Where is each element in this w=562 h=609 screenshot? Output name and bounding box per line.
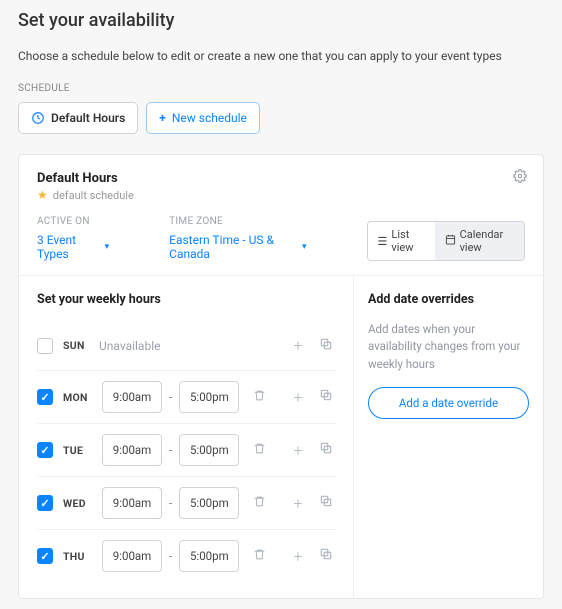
time-dash: - xyxy=(169,390,172,404)
day-checkbox[interactable] xyxy=(37,548,53,564)
copy-icon[interactable] xyxy=(317,441,335,459)
time-from-input[interactable]: 9:00am xyxy=(102,434,162,466)
calendar-icon xyxy=(445,234,456,248)
unavailable-text: Unavailable xyxy=(99,339,160,353)
copy-icon[interactable] xyxy=(317,388,335,406)
schedule-section-label: SCHEDULE xyxy=(18,83,544,94)
day-checkbox[interactable] xyxy=(37,338,53,354)
add-interval-icon[interactable]: + xyxy=(289,494,307,513)
overrides-heading: Add date overrides xyxy=(368,292,529,307)
time-from-input[interactable]: 9:00am xyxy=(102,487,162,519)
row-actions: + xyxy=(289,336,335,355)
list-view-label: List view xyxy=(391,228,424,254)
time-to-input[interactable]: 5:00pm xyxy=(179,381,239,413)
day-row: MON9:00am-5:00pm + xyxy=(37,371,335,424)
timezone-dropdown[interactable]: Eastern Time - US & Canada ▾ xyxy=(169,233,306,261)
time-from-input[interactable]: 9:00am xyxy=(102,381,162,413)
tab-label: New schedule xyxy=(172,111,247,125)
day-checkbox[interactable] xyxy=(37,389,53,405)
page-title: Set your availability xyxy=(18,10,544,31)
chevron-down-icon: ▾ xyxy=(302,242,307,252)
trash-icon[interactable] xyxy=(250,389,268,406)
tab-default-hours[interactable]: Default Hours xyxy=(18,102,138,134)
time-dash: - xyxy=(169,443,172,457)
timezone-value: Eastern Time - US & Canada xyxy=(169,233,297,261)
add-interval-icon[interactable]: + xyxy=(289,441,307,460)
active-on-dropdown[interactable]: 3 Event Types ▾ xyxy=(37,233,109,261)
page-subtitle: Choose a schedule below to edit or creat… xyxy=(18,49,544,63)
day-label: THU xyxy=(63,550,99,563)
time-to-input[interactable]: 5:00pm xyxy=(179,540,239,572)
time-to-input[interactable]: 5:00pm xyxy=(179,434,239,466)
timezone-label: TIME ZONE xyxy=(169,216,306,227)
row-actions: + xyxy=(289,547,335,566)
row-actions: + xyxy=(289,441,335,460)
default-schedule-badge: default schedule xyxy=(53,189,134,202)
day-row: WED9:00am-5:00pm + xyxy=(37,477,335,530)
add-interval-icon[interactable]: + xyxy=(289,388,307,407)
time-dash: - xyxy=(169,496,172,510)
copy-icon[interactable] xyxy=(317,494,335,512)
overrides-description: Add dates when your availability changes… xyxy=(368,321,529,373)
list-icon: ☰ xyxy=(378,235,388,248)
trash-icon[interactable] xyxy=(250,495,268,512)
add-interval-icon[interactable]: + xyxy=(289,336,307,355)
tab-label: Default Hours xyxy=(51,111,125,125)
add-date-override-button[interactable]: Add a date override xyxy=(368,387,529,419)
copy-icon[interactable] xyxy=(317,337,335,355)
copy-icon[interactable] xyxy=(317,547,335,565)
chevron-down-icon: ▾ xyxy=(105,242,110,252)
day-row: SUNUnavailable + xyxy=(37,321,335,371)
day-checkbox[interactable] xyxy=(37,495,53,511)
day-row: THU9:00am-5:00pm + xyxy=(37,530,335,582)
active-on-value: 3 Event Types xyxy=(37,233,100,261)
weekly-hours-heading: Set your weekly hours xyxy=(37,292,335,307)
list-view-button[interactable]: ☰ List view xyxy=(368,222,435,260)
time-from-input[interactable]: 9:00am xyxy=(102,540,162,572)
day-checkbox[interactable] xyxy=(37,442,53,458)
clock-icon xyxy=(31,111,45,125)
trash-icon[interactable] xyxy=(250,442,268,459)
calendar-view-button[interactable]: Calendar view xyxy=(435,222,524,260)
schedule-name: Default Hours xyxy=(37,171,525,186)
add-interval-icon[interactable]: + xyxy=(289,547,307,566)
calendar-view-label: Calendar view xyxy=(460,228,514,254)
gear-icon[interactable] xyxy=(513,169,527,187)
star-icon: ★ xyxy=(37,188,48,202)
tab-new-schedule[interactable]: + New schedule xyxy=(146,102,260,134)
row-actions: + xyxy=(289,494,335,513)
time-dash: - xyxy=(169,549,172,563)
trash-icon[interactable] xyxy=(250,548,268,565)
active-on-label: ACTIVE ON xyxy=(37,216,109,227)
day-label: WED xyxy=(63,497,99,510)
day-label: MON xyxy=(63,391,99,404)
day-row: TUE9:00am-5:00pm + xyxy=(37,424,335,477)
row-actions: + xyxy=(289,388,335,407)
day-label: SUN xyxy=(63,339,99,352)
day-label: TUE xyxy=(63,444,99,457)
plus-icon: + xyxy=(159,111,166,125)
time-to-input[interactable]: 5:00pm xyxy=(179,487,239,519)
